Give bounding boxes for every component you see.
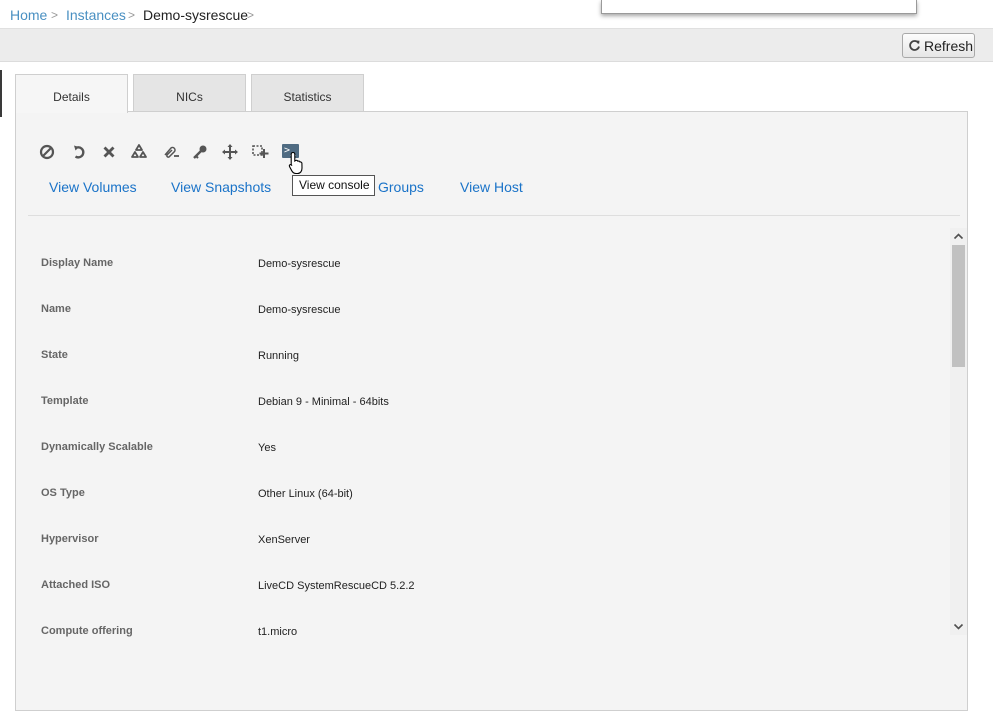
scale-icon[interactable]: [251, 143, 269, 161]
view-groups-link[interactable]: Groups: [378, 179, 424, 195]
divider: [28, 215, 960, 216]
detach-iso-icon[interactable]: [162, 143, 180, 161]
tab-statistics[interactable]: Statistics: [251, 74, 364, 112]
view-console-tooltip: View console: [292, 175, 375, 196]
detail-value-attached-iso: LiveCD SystemRescueCD 5.2.2: [258, 580, 415, 592]
detail-label-compute-offering: Compute offering: [41, 625, 133, 637]
detail-value-hypervisor: XenServer: [258, 534, 310, 546]
refresh-label: Refresh: [924, 38, 974, 54]
refresh-button[interactable]: Refresh: [902, 33, 975, 58]
detail-label-os-type: OS Type: [41, 487, 85, 499]
detail-value-dynamically-scalable: Yes: [258, 442, 276, 454]
detail-value-state: Running: [258, 350, 299, 362]
stop-icon[interactable]: [38, 143, 56, 161]
detail-label-hypervisor: Hypervisor: [41, 533, 99, 545]
tab-details[interactable]: Details: [15, 74, 128, 113]
reset-password-icon[interactable]: [191, 143, 209, 161]
details-panel: [15, 111, 968, 711]
scroll-up-button[interactable]: [950, 228, 967, 245]
dropdown-popup-edge: [601, 0, 917, 14]
chevron-up-icon: [953, 233, 964, 240]
detail-label-template: Template: [41, 395, 89, 407]
detail-label-name: Name: [41, 303, 71, 315]
view-volumes-link[interactable]: View Volumes: [49, 179, 137, 195]
breadcrumb-separator: >: [128, 8, 136, 22]
breadcrumb-instances-link[interactable]: Instances: [66, 7, 126, 23]
reinstall-icon[interactable]: [130, 143, 148, 161]
detail-label-display-name: Display Name: [41, 257, 114, 269]
chevron-down-icon: [953, 623, 964, 630]
detail-value-name: Demo-sysrescue: [258, 304, 341, 316]
sidebar-edge: [0, 70, 2, 117]
migrate-icon[interactable]: [221, 143, 239, 161]
breadcrumb-separator: >: [247, 8, 255, 22]
detail-value-template: Debian 9 - Minimal - 64bits: [258, 396, 389, 408]
detail-value-os-type: Other Linux (64-bit): [258, 488, 353, 500]
breadcrumb-current: Demo-sysrescue: [143, 7, 249, 23]
detail-value-display-name: Demo-sysrescue: [258, 258, 341, 270]
detail-label-dynamically-scalable: Dynamically Scalable: [41, 441, 153, 453]
scroll-thumb[interactable]: [952, 245, 965, 367]
view-snapshots-link[interactable]: View Snapshots: [171, 179, 271, 195]
reboot-icon[interactable]: [70, 143, 88, 161]
refresh-icon: [909, 40, 920, 51]
detail-value-compute-offering: t1.micro: [258, 626, 298, 638]
scroll-down-button[interactable]: [950, 618, 967, 635]
view-host-link[interactable]: View Host: [460, 179, 523, 195]
tab-nics[interactable]: NICs: [133, 74, 246, 112]
destroy-icon[interactable]: [100, 143, 118, 161]
detail-label-attached-iso: Attached ISO: [41, 579, 111, 591]
toolbar: Refresh: [0, 28, 993, 62]
details-scrollbar[interactable]: [950, 228, 967, 635]
breadcrumb-separator: >: [51, 8, 59, 22]
hand-cursor-icon: [288, 151, 303, 175]
detail-label-state: State: [41, 349, 68, 361]
breadcrumb-home-link[interactable]: Home: [10, 7, 47, 23]
